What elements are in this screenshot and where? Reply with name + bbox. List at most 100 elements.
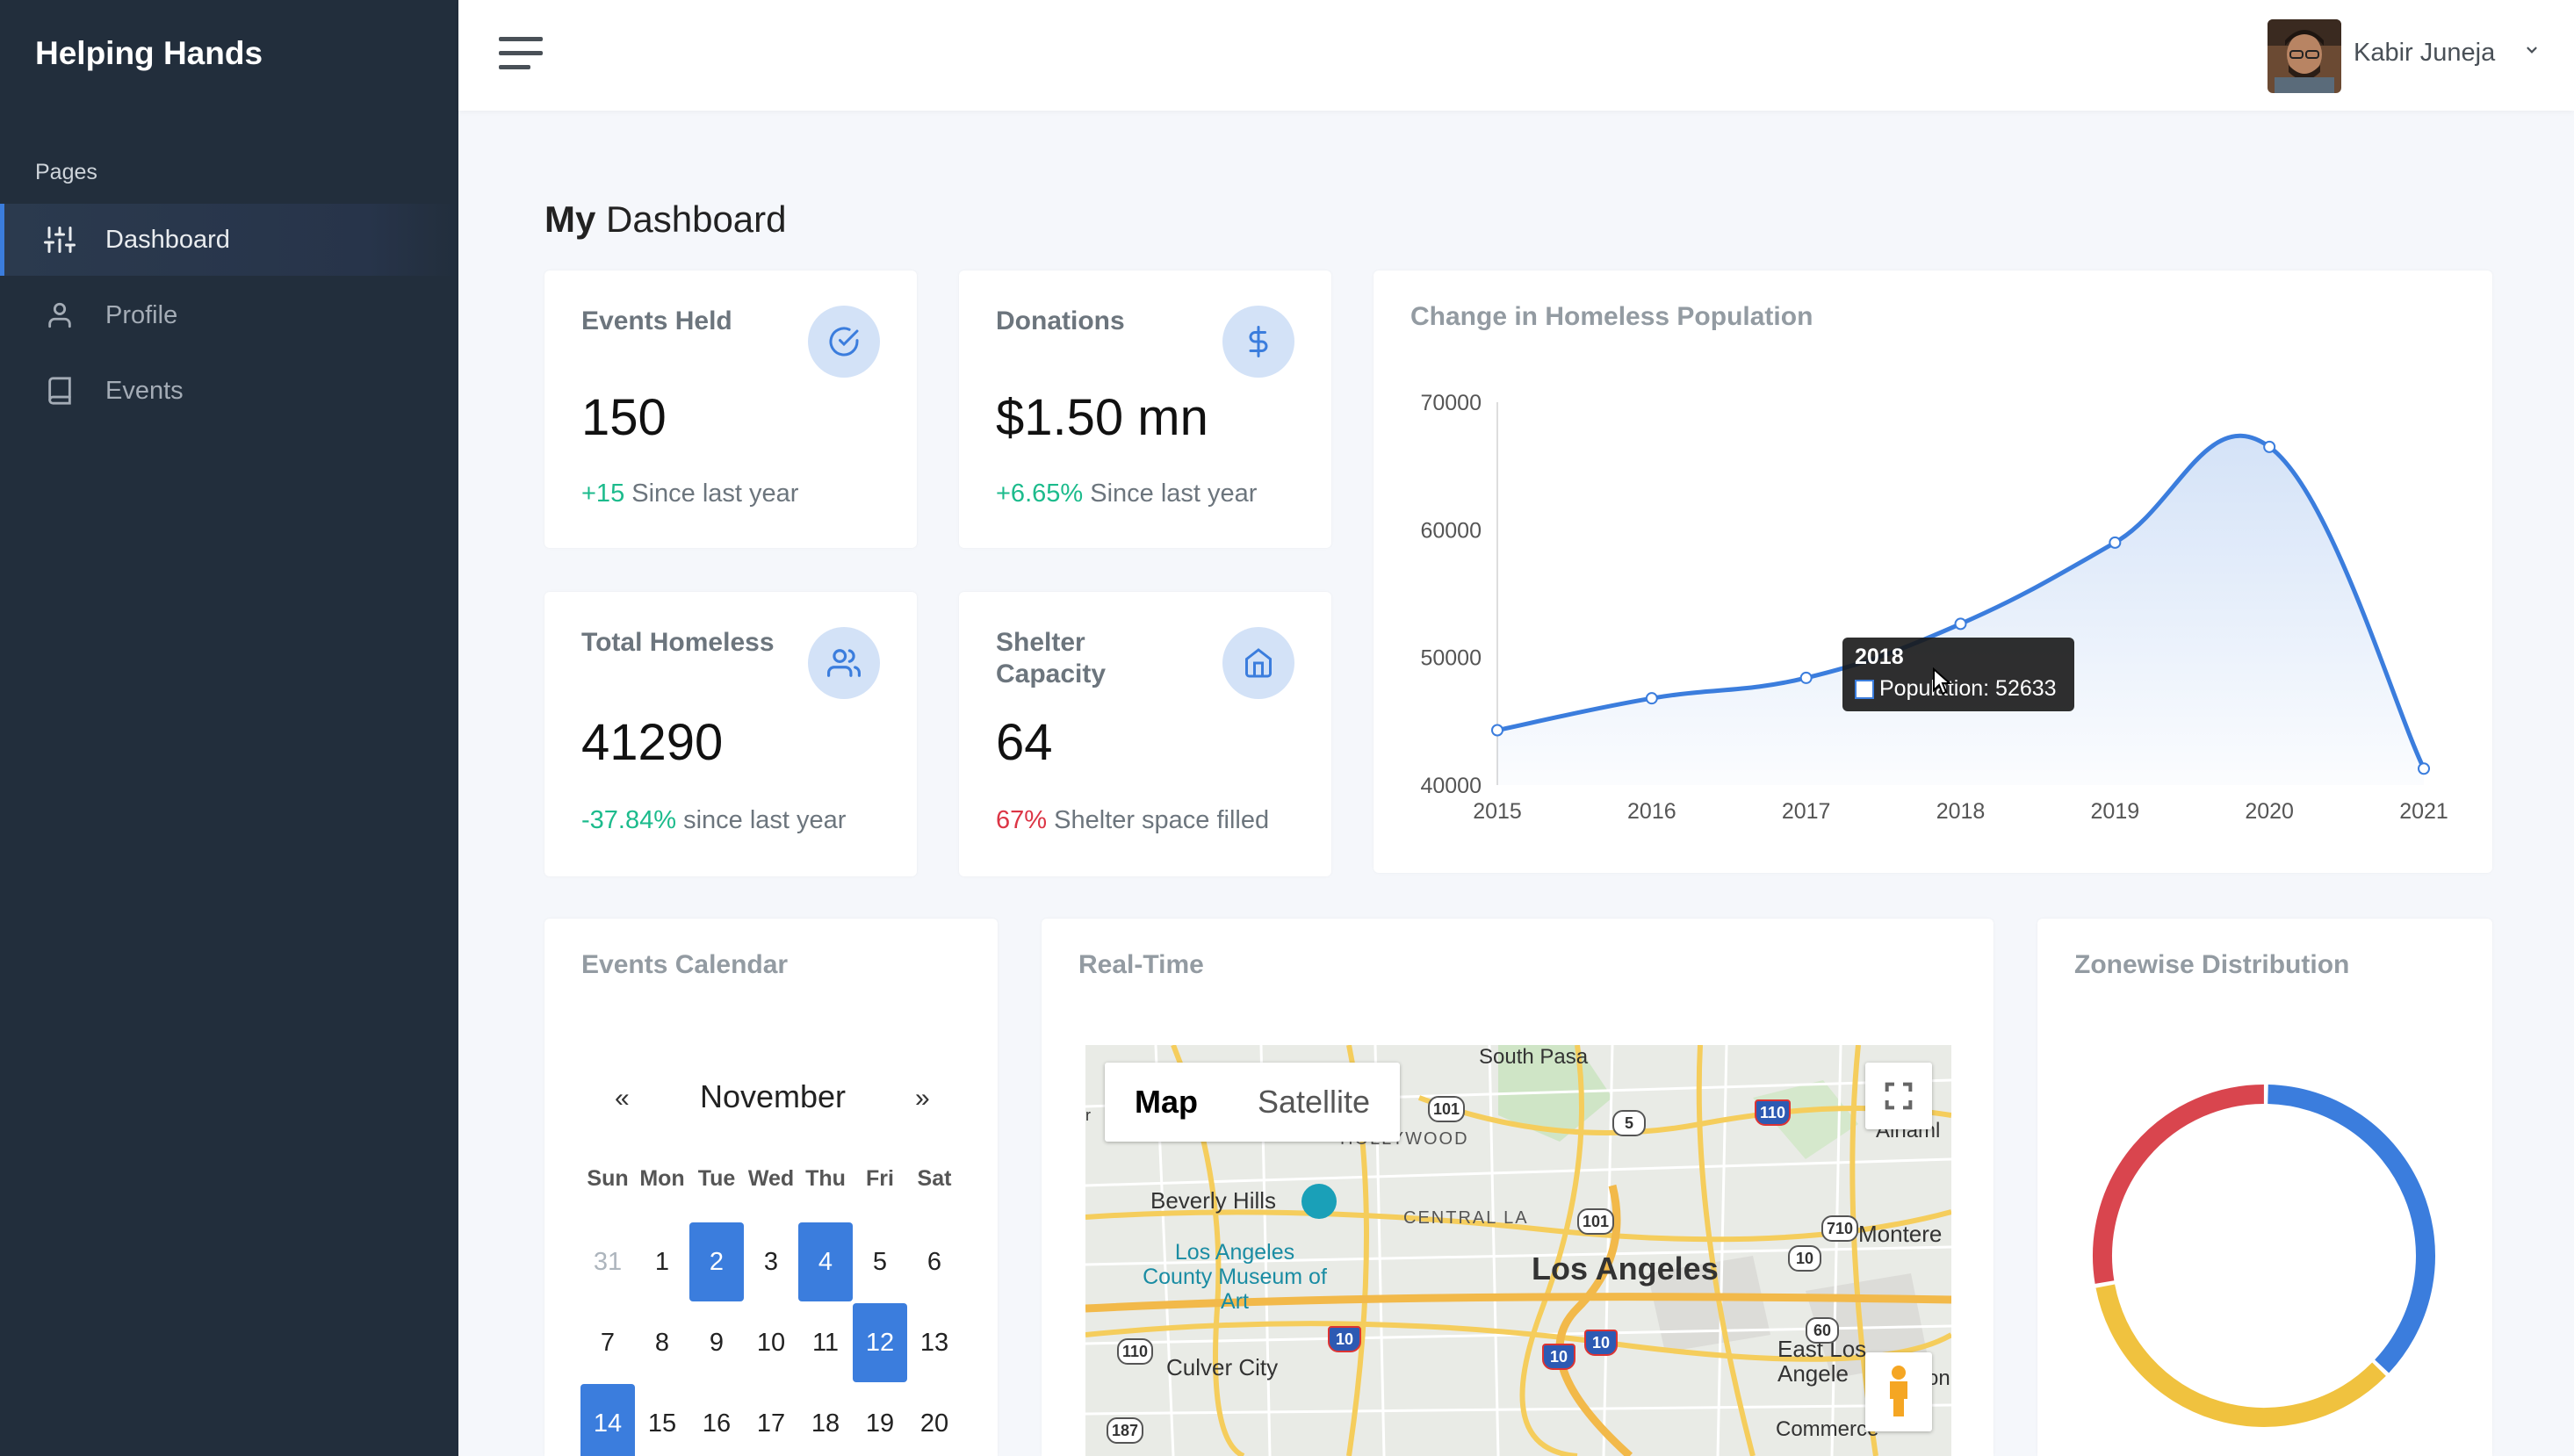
stat-value: $1.50 mn xyxy=(996,389,1208,446)
user-icon xyxy=(42,298,77,333)
stat-value: 64 xyxy=(996,714,1053,771)
line-chart[interactable]: 70000 60000 50000 400002015 2016 2017 2018 2019… xyxy=(1374,270,2492,873)
sidebar-item-profile[interactable]: Profile xyxy=(0,279,458,351)
calendar-day[interactable]: 10 xyxy=(744,1303,798,1382)
stat-delta: +6.65% xyxy=(996,479,1084,508)
highway-shield-icon: 101 xyxy=(1577,1208,1615,1235)
calendar-day[interactable]: 11 xyxy=(798,1303,853,1382)
calendar-day[interactable]: 5 xyxy=(853,1222,907,1301)
y-tick-label: 50000 xyxy=(1420,646,1482,671)
menu-toggle-icon[interactable] xyxy=(499,35,543,72)
dollar-icon xyxy=(1222,306,1294,378)
calendar-day[interactable]: 1 xyxy=(635,1222,689,1301)
sidebar-item-dashboard[interactable]: Dashboard xyxy=(0,204,458,276)
y-tick-label: 40000 xyxy=(1420,774,1482,798)
avatar[interactable] xyxy=(2268,19,2341,93)
calendar-day[interactable]: 4 xyxy=(798,1222,853,1301)
map-type-toggle: Map Satellite xyxy=(1105,1063,1401,1142)
highway-shield-icon: 10 xyxy=(1542,1344,1575,1370)
book-icon xyxy=(42,373,77,408)
highway-shield-icon: 101 xyxy=(1428,1096,1466,1122)
calendar-day[interactable]: 31 xyxy=(580,1222,635,1301)
users-icon xyxy=(808,627,880,699)
stat-card-shelter: Shelter Capacity 64 67% Shelter space fi… xyxy=(959,592,1331,876)
data-point xyxy=(2418,762,2430,775)
calendar-day[interactable]: 8 xyxy=(635,1303,689,1382)
calendar-month: November xyxy=(699,1078,847,1114)
topbar: Kabir Juneja xyxy=(458,0,2574,111)
calendar-day[interactable]: 14 xyxy=(580,1384,635,1456)
stat-foot: +6.65% Since last year xyxy=(996,479,1257,508)
calendar-weekday: Thu xyxy=(805,1166,846,1191)
calendar-day[interactable]: 9 xyxy=(689,1303,744,1382)
check-circle-icon xyxy=(808,306,880,378)
calendar-day[interactable]: 3 xyxy=(744,1222,798,1301)
calendar-day[interactable]: 7 xyxy=(580,1303,635,1382)
calendar-day[interactable]: 16 xyxy=(689,1384,744,1456)
data-point xyxy=(1645,692,1658,705)
museum-pin-icon[interactable] xyxy=(1301,1184,1337,1219)
chevron-down-icon[interactable] xyxy=(2524,42,2540,62)
x-tick-label: 2016 xyxy=(1627,799,1676,824)
map[interactable]: South Pasa HOLLYWOOD Beverly Hills CENTR… xyxy=(1085,1045,1951,1456)
data-point xyxy=(1491,724,1503,737)
stat-foot-text: Since last year xyxy=(631,479,799,508)
calendar-weekday: Fri xyxy=(866,1166,894,1191)
map-label-culver-city: Culver City xyxy=(1166,1354,1279,1380)
data-point xyxy=(1954,617,1967,631)
data-point xyxy=(2263,440,2276,453)
pegman-icon[interactable] xyxy=(1865,1352,1932,1431)
stat-delta: -37.84% xyxy=(581,806,677,834)
map-tab-map[interactable]: Map xyxy=(1105,1063,1228,1142)
highway-shield-icon: 187 xyxy=(1107,1417,1144,1444)
map-label-south-pas: South Pasa xyxy=(1479,1045,1589,1069)
highway-shield-icon: 10 xyxy=(1788,1245,1821,1272)
calendar-next-button[interactable]: » xyxy=(915,1084,930,1114)
highway-shield-icon: 110 xyxy=(1755,1099,1792,1126)
data-point xyxy=(2109,536,2122,549)
area-fill xyxy=(1497,436,2424,785)
donut-chart[interactable] xyxy=(2037,919,2492,1456)
user-name[interactable]: Kabir Juneja xyxy=(2354,39,2495,68)
sidebar-item-label: Events xyxy=(105,376,184,405)
highway-shield-icon: 60 xyxy=(1806,1317,1839,1344)
fullscreen-icon[interactable] xyxy=(1865,1063,1932,1129)
calendar-day[interactable]: 20 xyxy=(907,1384,962,1456)
donut-slice xyxy=(2093,1085,2264,1284)
stat-card-events: Events Held 150 +15 Since last year xyxy=(544,270,917,548)
sidebar-item-events[interactable]: Events xyxy=(0,355,458,427)
map-label-lacma: Los Angeles County Museum of Art xyxy=(1143,1240,1327,1314)
stat-card-homeless: Total Homeless 41290 -37.84% since last … xyxy=(544,592,917,876)
calendar-day[interactable]: 17 xyxy=(744,1384,798,1456)
stat-delta: +15 xyxy=(581,479,625,508)
highway-shield-icon: 710 xyxy=(1821,1215,1859,1242)
map-label-los-angeles: Los Angeles xyxy=(1532,1251,1719,1287)
x-tick-label: 2021 xyxy=(2399,799,2448,824)
map-label-beverly-hills: Beverly Hills xyxy=(1150,1187,1277,1214)
calendar-weekday: Sat xyxy=(917,1166,952,1191)
calendar-day[interactable]: 12 xyxy=(853,1303,907,1382)
calendar-weekday: Mon xyxy=(639,1166,685,1191)
calendar-day[interactable]: 13 xyxy=(907,1303,962,1382)
calendar-day[interactable]: 19 xyxy=(853,1384,907,1456)
calendar-day[interactable]: 6 xyxy=(907,1222,962,1301)
sliders-icon xyxy=(42,222,77,257)
calendar-title: Events Calendar xyxy=(581,950,789,979)
page-title: My Dashboard xyxy=(544,198,787,241)
tooltip-swatch xyxy=(1855,679,1874,699)
data-point xyxy=(1799,671,1813,684)
calendar-day[interactable]: 15 xyxy=(635,1384,689,1456)
tooltip-body: Population: 52633 xyxy=(1855,676,2057,702)
highway-shield-icon: 110 xyxy=(1117,1338,1154,1365)
y-tick-label: 60000 xyxy=(1420,518,1482,543)
calendar-day[interactable]: 2 xyxy=(689,1222,744,1301)
page-title-bold: My xyxy=(544,198,596,240)
stat-foot-text: since last year xyxy=(683,806,847,834)
map-tab-satellite[interactable]: Satellite xyxy=(1228,1063,1400,1142)
stat-foot-text: Since last year xyxy=(1090,479,1258,508)
highway-shield-icon: 10 xyxy=(1584,1330,1618,1356)
donut-slice xyxy=(2095,1284,2386,1427)
calendar-day[interactable]: 18 xyxy=(798,1384,853,1456)
brand-logo[interactable]: Helping Hands xyxy=(35,35,263,72)
calendar-weekday: Wed xyxy=(747,1166,795,1191)
